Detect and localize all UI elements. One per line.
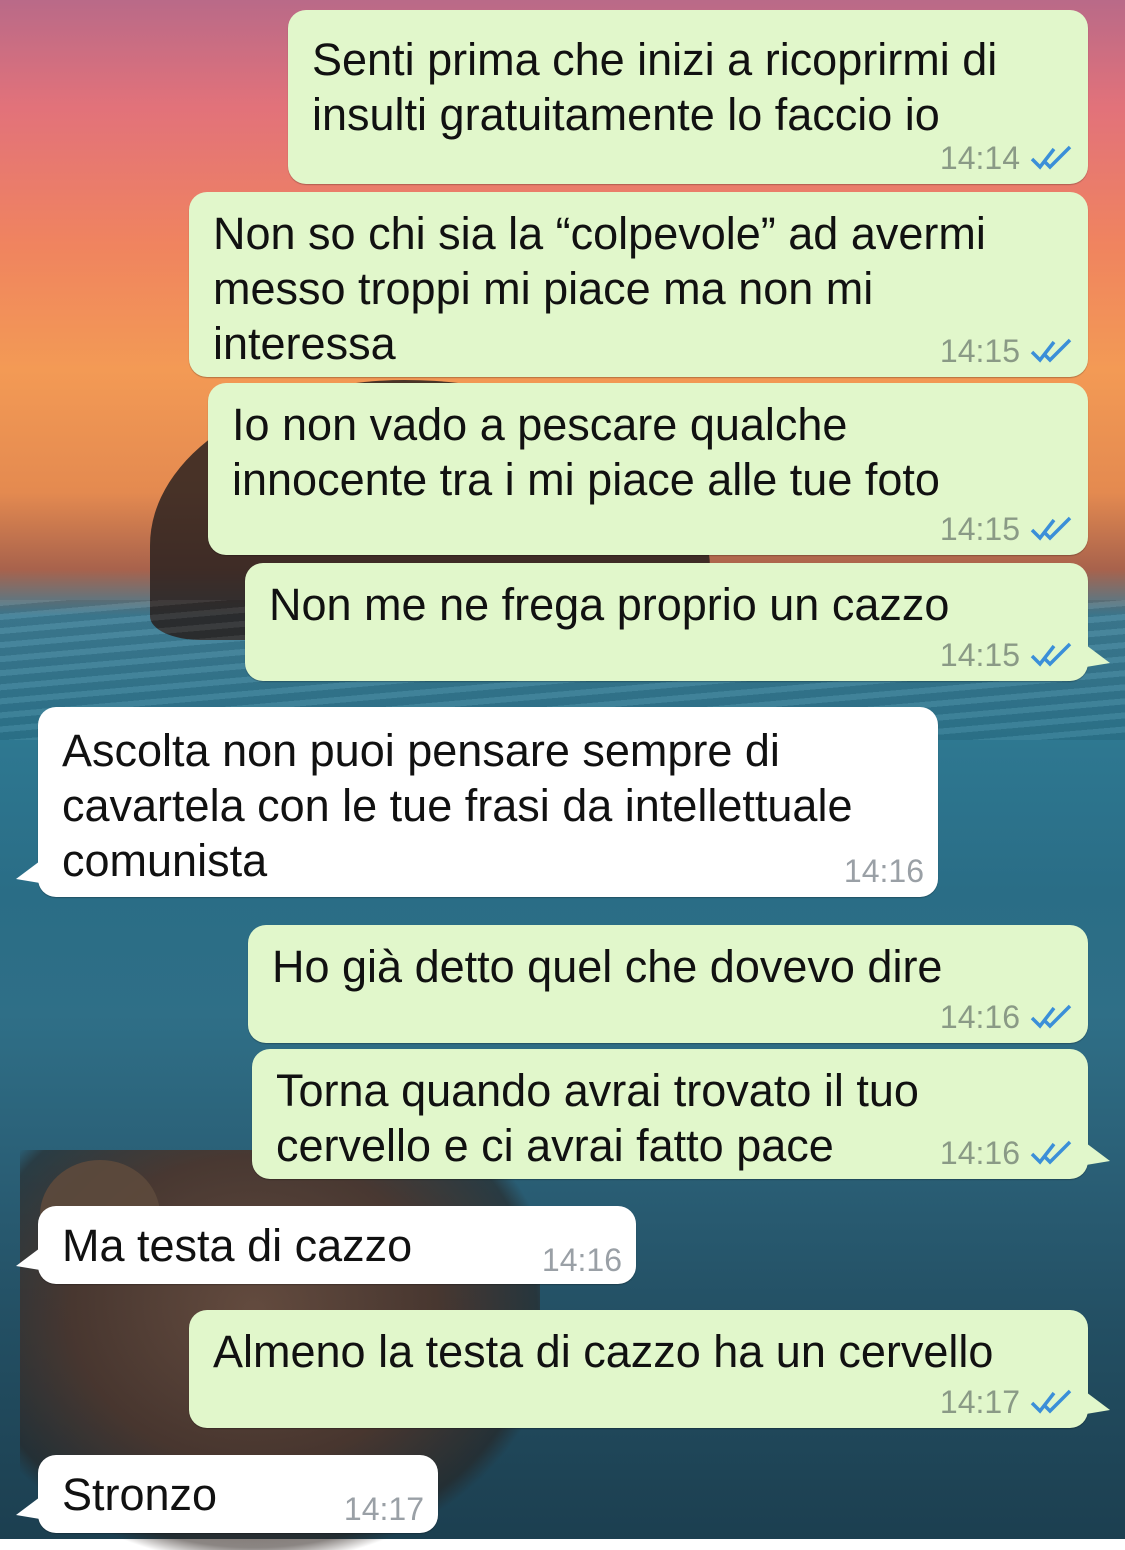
bubble-tail xyxy=(1086,1143,1110,1165)
message-meta: 14:16 xyxy=(940,1135,1074,1171)
message-text: Ma testa di cazzo xyxy=(62,1220,413,1271)
message-meta: 14:17 xyxy=(344,1491,424,1527)
message-meta: 14:14 xyxy=(940,140,1074,176)
message-meta: 14:15 xyxy=(940,637,1074,673)
message-time: 14:15 xyxy=(939,637,1020,673)
message-text: Ho già detto quel che dovevo dire xyxy=(272,941,943,992)
read-receipt-icon xyxy=(1030,1389,1072,1414)
message-text: Senti prima che inizi a ricoprirmi di in… xyxy=(312,34,998,140)
bubble-tail xyxy=(1086,1392,1110,1414)
bubble-tail xyxy=(16,1248,40,1270)
read-receipt-icon xyxy=(1030,145,1072,170)
message-time: 14:15 xyxy=(939,511,1020,547)
bubble-tail xyxy=(1086,645,1110,667)
message-bubble-outgoing[interactable]: Non me ne frega proprio un cazzo 14:15 xyxy=(245,563,1110,681)
read-receipt-icon xyxy=(1030,1140,1072,1165)
message-text: Ascolta non puoi pensare sempre di cavar… xyxy=(62,725,853,886)
message-text: Stronzo xyxy=(62,1469,218,1520)
message-bubble-outgoing[interactable]: Senti prima che inizi a ricoprirmi di in… xyxy=(288,10,1088,184)
message-bubble-incoming[interactable]: Ascolta non puoi pensare sempre di cavar… xyxy=(16,707,938,897)
read-receipt-icon xyxy=(1030,642,1072,667)
bubble-tail xyxy=(16,861,40,883)
read-receipt-icon xyxy=(1030,338,1072,363)
read-receipt-icon xyxy=(1030,516,1072,541)
message-meta: 14:15 xyxy=(940,333,1074,369)
message-bubble-outgoing[interactable]: Torna quando avrai trovato il tuo cervel… xyxy=(252,1049,1110,1179)
read-receipt-icon xyxy=(1030,1004,1072,1029)
message-list[interactable]: Senti prima che inizi a ricoprirmi di in… xyxy=(0,0,1125,1539)
message-time: 14:16 xyxy=(939,1135,1020,1171)
message-bubble-outgoing[interactable]: Non so chi sia la “colpevole” ad avermi … xyxy=(189,192,1088,377)
message-meta: 14:16 xyxy=(542,1242,622,1278)
message-bubble-outgoing[interactable]: Ho già detto quel che dovevo dire 14:16 xyxy=(248,925,1088,1043)
message-bubble-incoming[interactable]: Stronzo 14:17 xyxy=(16,1455,438,1533)
message-time: 14:15 xyxy=(939,333,1020,369)
message-text: Torna quando avrai trovato il tuo cervel… xyxy=(276,1065,919,1171)
message-time: 14:17 xyxy=(939,1384,1020,1420)
message-time: 14:17 xyxy=(343,1491,424,1527)
message-time: 14:14 xyxy=(939,140,1020,176)
message-text: Io non vado a pescare qualche innocente … xyxy=(232,399,940,505)
bubble-tail xyxy=(16,1497,40,1519)
message-time: 14:16 xyxy=(939,999,1020,1035)
message-bubble-outgoing[interactable]: Io non vado a pescare qualche innocente … xyxy=(208,383,1088,555)
message-meta: 14:15 xyxy=(940,511,1074,547)
message-meta: 14:16 xyxy=(940,999,1074,1035)
message-bubble-outgoing[interactable]: Almeno la testa di cazzo ha un cervello … xyxy=(189,1310,1110,1428)
message-text: Non me ne frega proprio un cazzo xyxy=(269,579,950,630)
message-meta: 14:16 xyxy=(844,853,924,889)
message-time: 14:16 xyxy=(843,853,924,889)
message-text: Non so chi sia la “colpevole” ad avermi … xyxy=(213,208,986,369)
message-text: Almeno la testa di cazzo ha un cervello xyxy=(213,1326,994,1377)
message-time: 14:16 xyxy=(541,1242,622,1278)
message-bubble-incoming[interactable]: Ma testa di cazzo 14:16 xyxy=(16,1206,636,1284)
message-meta: 14:17 xyxy=(940,1384,1074,1420)
